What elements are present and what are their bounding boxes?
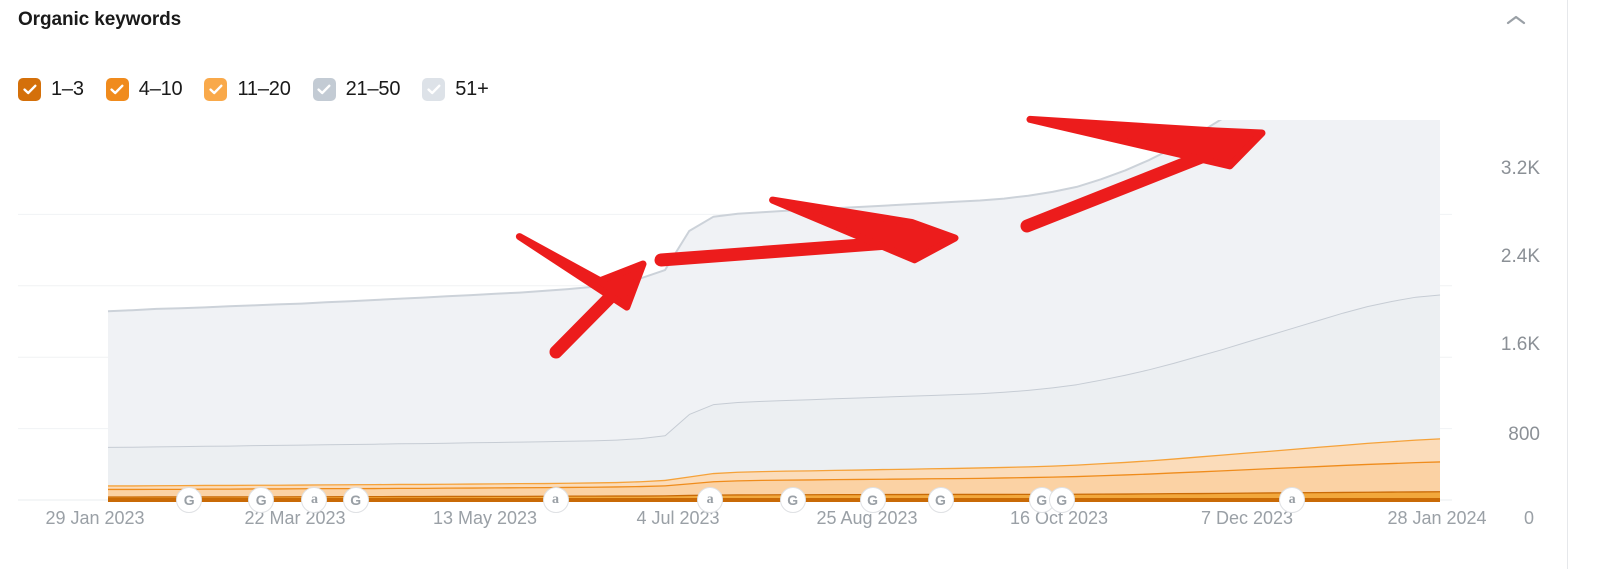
growth-arrow-3 <box>1020 115 1266 233</box>
annotation-arrows <box>515 115 1266 359</box>
growth-arrow-1 <box>515 233 647 359</box>
right-gutter <box>1569 0 1600 569</box>
growth-arrow-2 <box>654 196 959 267</box>
organic-keywords-panel: Organic keywords 1–3 4–10 11–20 21–50 51… <box>0 0 1568 569</box>
